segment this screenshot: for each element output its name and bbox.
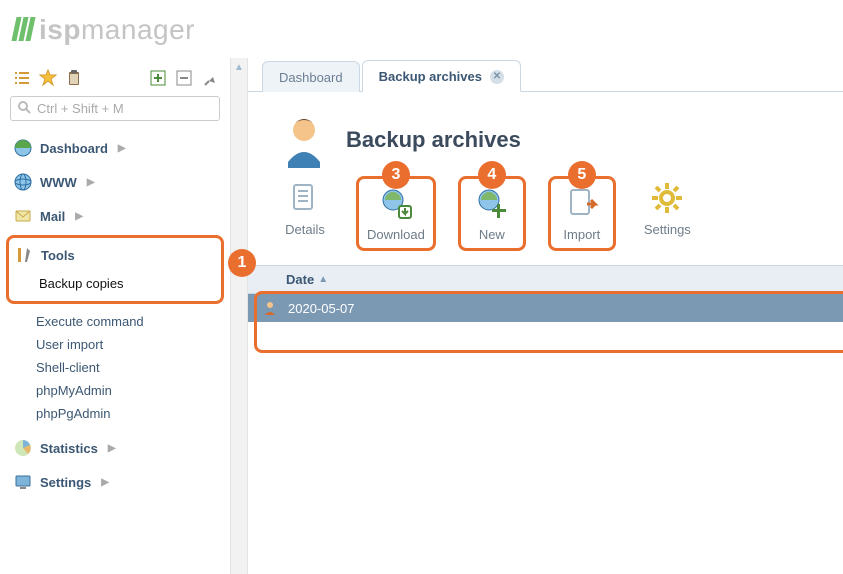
action-toolbar: Details 3 Download 4	[248, 172, 843, 265]
sidebar-subitem-execute-command[interactable]: Execute command	[36, 310, 224, 333]
callout-5: 5	[568, 161, 596, 189]
sidebar-item-label: Dashboard	[40, 141, 108, 156]
sidebar-item-dashboard[interactable]: Dashboard ▶	[6, 133, 224, 163]
sidebar-subitem-phppgadmin[interactable]: phpPgAdmin	[36, 402, 224, 425]
row-person-icon	[262, 300, 278, 316]
sidebar-item-www[interactable]: WWW ▶	[6, 167, 224, 197]
callout-box-1: Tools Backup copies	[6, 235, 224, 304]
sidebar-item-settings[interactable]: Settings ▶	[6, 467, 224, 497]
monitor-icon	[14, 473, 32, 491]
chevron-right-icon: ▶	[118, 143, 126, 154]
action-details[interactable]: Details	[276, 176, 334, 241]
column-date: Date	[286, 272, 314, 287]
action-download[interactable]: Download	[361, 181, 431, 246]
details-icon	[287, 180, 323, 216]
callout-1: 1	[228, 249, 256, 277]
scroll-up-icon[interactable]: ▲	[231, 62, 247, 73]
dashboard-icon	[14, 139, 32, 157]
gear-icon	[649, 180, 685, 216]
chevron-right-icon: ▶	[101, 477, 109, 488]
sidebar-item-label: Tools	[41, 248, 75, 263]
chevron-right-icon: ▶	[87, 177, 95, 188]
download-icon	[378, 185, 414, 221]
new-icon	[474, 185, 510, 221]
search-box[interactable]	[10, 96, 220, 121]
globe-icon	[14, 173, 32, 191]
search-icon	[17, 100, 31, 117]
tab-backup-archives[interactable]: Backup archives ✕	[362, 60, 521, 92]
action-label: Settings	[644, 222, 691, 237]
action-settings[interactable]: Settings	[638, 176, 697, 241]
close-icon[interactable]: ✕	[490, 70, 504, 84]
logo-strong: isp	[39, 14, 81, 45]
page-title: Backup archives	[346, 127, 521, 153]
tab-bar: Dashboard Backup archives ✕	[248, 58, 843, 92]
sidebar-item-label: Mail	[40, 209, 65, 224]
mail-icon	[14, 207, 32, 225]
tab-label: Dashboard	[279, 70, 343, 85]
sidebar-item-statistics[interactable]: Statistics ▶	[6, 433, 224, 463]
avatar-icon	[276, 112, 332, 168]
table-body: 2020-05-07 2	[248, 294, 843, 322]
sidebar-subitem-backup-copies[interactable]: Backup copies	[39, 272, 219, 295]
import-icon	[564, 185, 600, 221]
sidebar-item-label: Settings	[40, 475, 91, 490]
callout-box-3: 3 Download	[356, 176, 436, 251]
app-logo: ispmanager	[0, 0, 843, 58]
sidebar-nav: Dashboard ▶ WWW ▶	[6, 133, 224, 497]
panel-header: Backup archives	[248, 92, 843, 172]
action-import[interactable]: Import	[553, 181, 611, 246]
sidebar-item-label: WWW	[40, 175, 77, 190]
action-label: Details	[285, 222, 325, 237]
sidebar-item-tools[interactable]: Tools	[9, 240, 219, 270]
sidebar-toolbar	[6, 62, 224, 96]
list-icon[interactable]	[12, 68, 32, 88]
scroll-gutter[interactable]: ▲	[230, 58, 248, 574]
sidebar-item-label: Statistics	[40, 441, 98, 456]
sidebar: Dashboard ▶ WWW ▶	[0, 58, 230, 574]
chevron-right-icon: ▶	[108, 443, 116, 454]
action-new[interactable]: New	[463, 181, 521, 246]
action-label: New	[479, 227, 505, 242]
action-label: Import	[563, 227, 600, 242]
search-input[interactable]	[37, 101, 213, 116]
star-icon[interactable]	[38, 68, 58, 88]
logo-bars-icon	[14, 16, 35, 48]
sidebar-subitem-phpmyadmin[interactable]: phpMyAdmin	[36, 379, 224, 402]
pin-icon[interactable]	[200, 68, 220, 88]
callout-4: 4	[478, 161, 506, 189]
sidebar-item-mail[interactable]: Mail ▶	[6, 201, 224, 231]
tools-icon	[15, 246, 33, 264]
row-date: 2020-05-07	[288, 301, 355, 316]
plus-icon[interactable]	[148, 68, 168, 88]
callout-box-4: 4 New	[458, 176, 526, 251]
main-panel: Dashboard Backup archives ✕ Backup archi…	[248, 58, 843, 574]
sidebar-subitem-user-import[interactable]: User import	[36, 333, 224, 356]
action-label: Download	[367, 227, 425, 242]
sidebar-subitem-shell-client[interactable]: Shell-client	[36, 356, 224, 379]
sort-asc-icon: ▲	[318, 274, 328, 285]
tab-dashboard[interactable]: Dashboard	[262, 61, 360, 92]
table-header[interactable]: Date ▲	[248, 265, 843, 294]
logo-rest: manager	[81, 14, 195, 45]
tab-label: Backup archives	[379, 69, 482, 84]
callout-3: 3	[382, 161, 410, 189]
callout-box-5: 5 Import	[548, 176, 616, 251]
table-row[interactable]: 2020-05-07	[248, 294, 843, 322]
clipboard-icon[interactable]	[64, 68, 84, 88]
chevron-right-icon: ▶	[75, 211, 83, 222]
chart-icon	[14, 439, 32, 457]
minus-icon[interactable]	[174, 68, 194, 88]
